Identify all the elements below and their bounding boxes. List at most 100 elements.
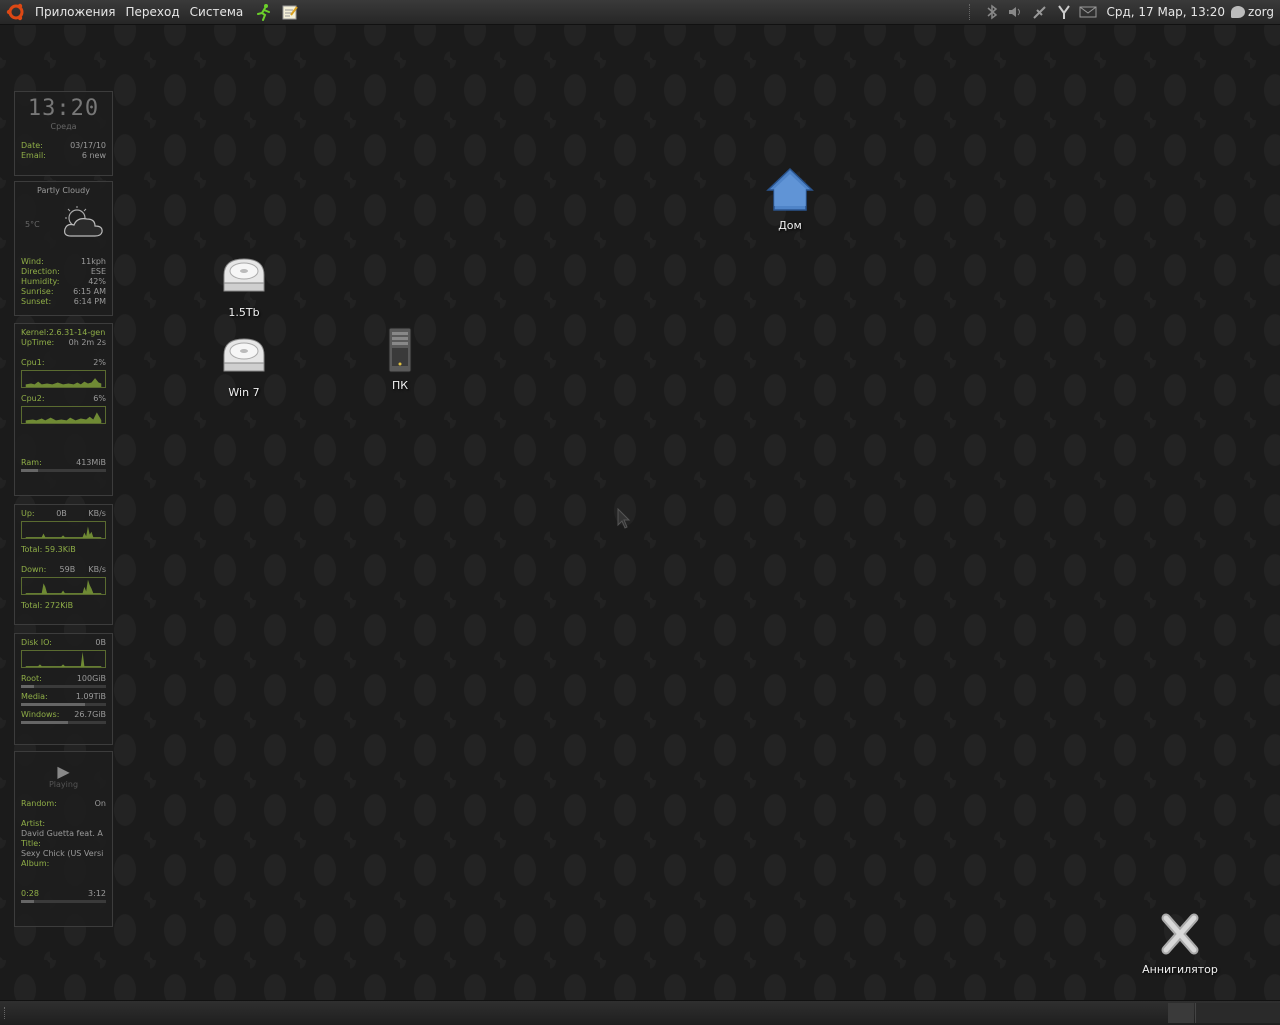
title-label: Title: <box>21 839 41 848</box>
cpu2-label: Cpu2: <box>21 394 45 403</box>
play-icon[interactable]: ▶ <box>21 764 106 780</box>
cpu1-label: Cpu1: <box>21 358 45 367</box>
menu-applications[interactable]: Приложения <box>30 5 121 19</box>
uptime-value: 0h 2m 2s <box>68 338 106 347</box>
cpu1-row: Cpu1: 2% <box>21 358 106 368</box>
ram-bar-fill <box>21 469 38 472</box>
desktop-icon-computer[interactable]: ПК <box>355 326 445 392</box>
workspace-switcher[interactable] <box>1195 1003 1280 1023</box>
kernel-text: Kernel:2.6.31-14-gen <box>21 328 106 337</box>
track-progress-bar[interactable] <box>21 900 106 903</box>
menu-system[interactable]: Система <box>185 5 249 19</box>
partly-cloudy-icon <box>64 206 103 237</box>
cpu1-value: 2% <box>93 358 106 367</box>
uptime-row: UpTime: 0h 2m 2s <box>21 338 106 348</box>
desktop-icon-disk-1[interactable]: 1.5Tb <box>199 253 289 319</box>
user-name: zorg <box>1248 5 1274 19</box>
top-panel: Приложения Переход Система Срд, 17 Мар, … <box>0 0 1280 25</box>
sunset-value: 6:14 PM <box>73 297 106 306</box>
down-value: 59B <box>59 565 76 574</box>
email-label: Email: <box>21 151 46 160</box>
media-value: 1.09TiB <box>75 692 106 701</box>
up-label: Up: <box>21 509 35 518</box>
email-value: 6 new <box>81 151 106 160</box>
cpu2-graph <box>21 406 106 424</box>
elapsed-time: 0:28 <box>21 889 39 898</box>
chat-icon <box>1231 6 1246 18</box>
conky-clock-widget: 13:20 Среда Date: 03/17/10 Email: 6 new <box>14 91 113 176</box>
desktop-icon-trash[interactable]: Аннигилятор <box>1135 910 1225 976</box>
run-icon[interactable] <box>254 2 274 22</box>
weather-row-direction: Direction: ESE <box>21 267 106 277</box>
conky-day: Среда <box>50 122 77 131</box>
ram-bar <box>21 469 106 472</box>
weather-row-sunrise: Sunrise: 6:15 AM <box>21 287 106 297</box>
humidity-label: Humidity: <box>21 277 60 286</box>
date-value: 03/17/10 <box>70 141 106 150</box>
player-status: Playing <box>48 780 79 789</box>
conky-music-widget: ▶ Playing Random: On Artist: David Guetta… <box>14 751 113 927</box>
down-label: Down: <box>21 565 47 574</box>
random-value: On <box>94 799 106 808</box>
desktop-icon-home[interactable]: Дом <box>745 166 835 232</box>
computer-label: ПК <box>391 379 409 392</box>
bluetooth-icon[interactable] <box>983 3 1001 21</box>
volume-icon[interactable] <box>1007 3 1025 21</box>
media-bar-fill <box>21 703 85 706</box>
music-spacer-2 <box>21 869 106 889</box>
down-row: Down: 59B KB/s <box>21 565 106 575</box>
wind-label: Wind: <box>21 257 44 266</box>
weather-condition: Partly Cloudy <box>37 186 90 195</box>
sunrise-value: 6:15 AM <box>73 287 106 296</box>
direction-value: ESE <box>90 267 106 276</box>
random-row: Random: On <box>21 799 106 809</box>
show-desktop-button[interactable] <box>1168 1003 1194 1023</box>
sys-spacer-2 <box>21 430 106 458</box>
email-row: Email: 6 new <box>21 151 106 161</box>
time-row: 0:28 3:12 <box>21 889 106 899</box>
ram-label: Ram: <box>21 458 42 467</box>
music-spacer <box>21 809 106 819</box>
weather-row-wind: Wind: 11kph <box>21 257 106 267</box>
title-value: Sexy Chick (US Versi <box>21 849 104 858</box>
sunrise-label: Sunrise: <box>21 287 54 296</box>
desktop-icon-disk-2[interactable]: Win 7 <box>199 333 289 399</box>
bottom-panel <box>0 1000 1280 1025</box>
disk2-label: Win 7 <box>228 386 260 399</box>
diskio-value: 0B <box>95 638 106 647</box>
date-row: Date: 03/17/10 <box>21 141 106 151</box>
track-progress-fill <box>21 900 34 903</box>
mail-icon[interactable] <box>1079 3 1097 21</box>
power-icon[interactable] <box>1055 3 1073 21</box>
root-bar <box>21 685 106 688</box>
media-row: Media: 1.09TiB <box>21 692 106 702</box>
root-row: Root: 100GiB <box>21 674 106 684</box>
conky-network-widget: Up: 0B KB/s Total: 59.3KiB Down: 59B KB/… <box>14 504 113 625</box>
down-unit: KB/s <box>88 565 106 574</box>
diskio-label: Disk IO: <box>21 638 52 647</box>
conky-disk-widget: Disk IO: 0B Root: 100GiB Media: 1.09TiB Win… <box>14 633 113 745</box>
conky-time: 13:20 <box>27 96 100 121</box>
network-icon[interactable] <box>1031 3 1049 21</box>
up-total: Total: 59.3KiB <box>21 545 76 554</box>
random-label: Random: <box>21 799 57 808</box>
menu-places[interactable]: Переход <box>121 5 185 19</box>
panel-clock[interactable]: Срд, 17 Мар, 13:20 <box>1106 5 1225 19</box>
windows-bar-fill <box>21 721 68 724</box>
sys-spacer <box>21 348 106 358</box>
media-label: Media: <box>21 692 48 701</box>
tray-separator <box>969 4 972 20</box>
notes-icon[interactable] <box>280 2 300 22</box>
ubuntu-logo-icon[interactable] <box>6 2 26 22</box>
diskio-graph <box>21 650 106 668</box>
artist-value: David Guetta feat. A <box>21 829 103 838</box>
user-menu[interactable]: zorg <box>1231 5 1274 19</box>
down-total: Total: 272KiB <box>21 601 74 610</box>
trash-x-icon <box>1161 913 1199 955</box>
root-bar-fill <box>21 685 34 688</box>
computer-tower-icon <box>388 327 412 373</box>
root-value: 100GiB <box>76 674 106 683</box>
panel-grip[interactable] <box>4 1007 7 1019</box>
total-time: 3:12 <box>88 889 106 898</box>
cpu2-row: Cpu2: 6% <box>21 394 106 404</box>
